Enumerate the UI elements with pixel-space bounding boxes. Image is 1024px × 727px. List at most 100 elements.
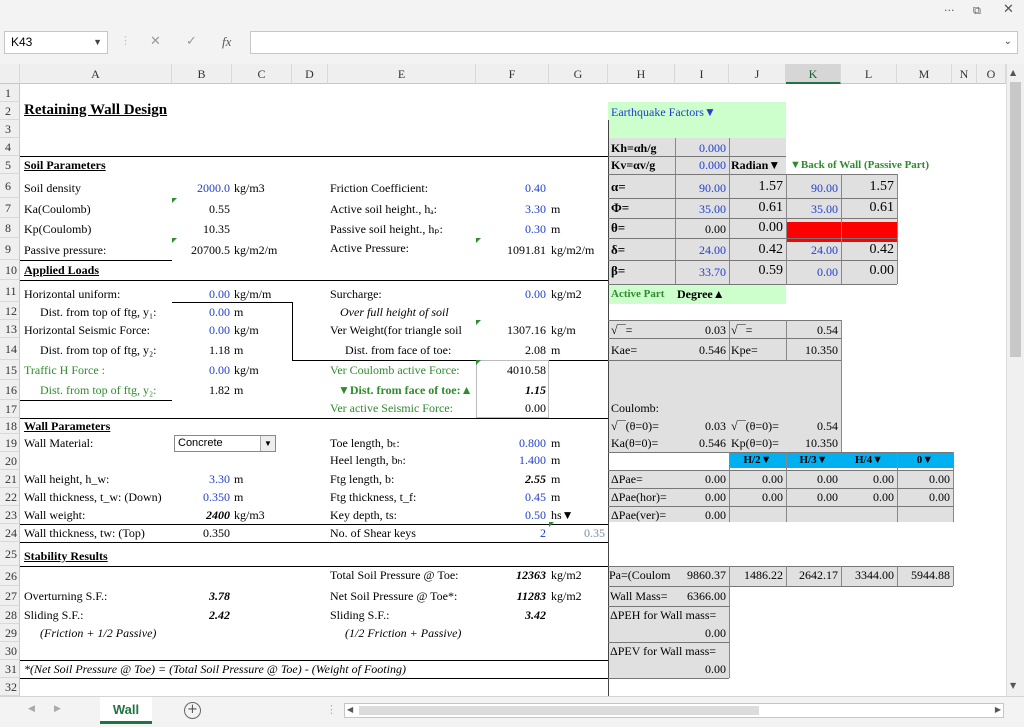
horizontal-scrollbar[interactable]: ◀ ▶ [344, 703, 1004, 718]
column-header-m[interactable]: M [897, 64, 952, 84]
scroll-up-icon[interactable]: ▲ [1010, 68, 1016, 77]
soil-density-value[interactable]: 2000.0 [172, 180, 230, 197]
column-header-d[interactable]: D [292, 64, 328, 84]
row-header[interactable]: 3 [0, 120, 20, 138]
row-header[interactable]: 5 [0, 156, 20, 174]
enter-icon[interactable]: ✓ [186, 34, 197, 49]
phi-passive[interactable]: 35.00 [786, 201, 838, 218]
cancel-icon[interactable]: ✕ [150, 34, 161, 49]
back-wall-label[interactable]: ▼Back of Wall (Passive Part) [790, 157, 929, 174]
more-options-icon[interactable]: ··· [944, 4, 955, 17]
vertical-scrollbar[interactable]: ▲ ▼ [1006, 64, 1024, 696]
theta-value[interactable]: 0.00 [675, 221, 726, 238]
beta-value[interactable]: 33.70 [675, 264, 726, 281]
wall-height-value[interactable]: 3.30 [172, 471, 230, 488]
friction-coef-value[interactable]: 0.40 [476, 180, 546, 197]
row-header[interactable]: 12 [0, 302, 20, 320]
row-header[interactable]: 26 [0, 566, 20, 586]
expand-formula-icon[interactable]: ⌄ [1004, 36, 1012, 47]
row-header[interactable]: 18 [0, 418, 20, 434]
column-header-a[interactable]: A [20, 64, 172, 84]
traffic-value[interactable]: 0.00 [172, 362, 230, 379]
wall-material-select[interactable]: Concrete ▼ [174, 435, 276, 452]
row-header[interactable]: 28 [0, 606, 20, 624]
active-height-value[interactable]: 3.30 [476, 201, 546, 218]
column-header-f[interactable]: F [476, 64, 549, 84]
dist-face-toe2-label[interactable]: ▼Dist. from face of toe:▲ [338, 382, 472, 399]
surcharge-value[interactable]: 0.00 [476, 286, 546, 303]
horizontal-scroll-thumb[interactable] [359, 706, 759, 715]
row-header[interactable]: 2 [0, 102, 20, 120]
column-header-b[interactable]: B [172, 64, 232, 84]
key-depth-value[interactable]: 0.50 [476, 507, 546, 524]
kh-value[interactable]: 0.000 [675, 140, 726, 157]
zero-header[interactable]: 0▼ [897, 452, 953, 469]
row-header[interactable]: 4 [0, 138, 20, 156]
heel-length-value[interactable]: 1.400 [476, 452, 546, 469]
row-header[interactable]: 6 [0, 174, 20, 198]
next-sheet-icon[interactable]: ▶ [54, 704, 61, 714]
drag-handle-icon[interactable]: ⋮ [120, 34, 131, 47]
formula-input[interactable]: ⌄ [250, 31, 1018, 54]
column-header-l[interactable]: L [841, 64, 897, 84]
key-depth-unit[interactable]: hs▼ [551, 507, 574, 524]
row-header[interactable]: 29 [0, 624, 20, 642]
row-header[interactable]: 21 [0, 470, 20, 488]
row-header[interactable]: 19 [0, 434, 20, 452]
row-header[interactable]: 11 [0, 280, 20, 302]
scroll-left-icon[interactable]: ◀ [347, 705, 353, 714]
toe-length-value[interactable]: 0.800 [476, 435, 546, 452]
row-header[interactable]: 25 [0, 542, 20, 566]
scroll-thumb[interactable] [1010, 82, 1021, 357]
restore-icon[interactable]: ⧉ [973, 4, 981, 18]
column-header-g[interactable]: G [549, 64, 608, 84]
delta-value[interactable]: 24.00 [675, 242, 726, 259]
row-header[interactable]: 1 [0, 84, 20, 102]
row-header[interactable]: 15 [0, 360, 20, 380]
prev-sheet-icon[interactable]: ◀ [28, 704, 35, 714]
column-header-i[interactable]: I [675, 64, 729, 84]
kv-value[interactable]: 0.000 [675, 157, 726, 174]
horiz-uniform-value[interactable]: 0.00 [172, 286, 230, 303]
row-header[interactable]: 31 [0, 660, 20, 678]
add-sheet-icon[interactable]: + [184, 702, 201, 719]
scroll-right-icon[interactable]: ▶ [995, 705, 1001, 714]
h2-header[interactable]: H/2▼ [729, 452, 786, 469]
earthquake-factors-label[interactable]: Earthquake Factors▼ [611, 104, 716, 121]
select-all-corner[interactable] [0, 64, 20, 84]
h4-header[interactable]: H/4▼ [841, 452, 897, 469]
column-header-h[interactable]: H [608, 64, 675, 84]
close-icon[interactable]: ✕ [1003, 2, 1014, 17]
delta-passive[interactable]: 24.00 [786, 242, 838, 259]
active-part-label[interactable]: Active Part [611, 286, 664, 303]
row-header[interactable]: 24 [0, 524, 20, 542]
phi-value[interactable]: 35.00 [675, 201, 726, 218]
chevron-down-icon[interactable]: ▼ [93, 32, 102, 53]
wall-thick-down-value[interactable]: 0.350 [172, 489, 230, 506]
horiz-seismic-value[interactable]: 0.00 [172, 322, 230, 339]
dist-y1-value[interactable]: 0.00 [172, 304, 230, 321]
row-header[interactable]: 22 [0, 488, 20, 506]
beta-passive[interactable]: 0.00 [786, 264, 838, 281]
column-header-j[interactable]: J [729, 64, 786, 84]
scroll-down-icon[interactable]: ▼ [1010, 681, 1016, 690]
row-header[interactable]: 13 [0, 320, 20, 338]
passive-height-value[interactable]: 0.30 [476, 221, 546, 238]
column-header-e[interactable]: E [328, 64, 476, 84]
column-header-o[interactable]: O [977, 64, 1006, 84]
row-header[interactable]: 7 [0, 198, 20, 218]
sheet-tab-wall[interactable]: Wall [100, 697, 152, 724]
fx-icon[interactable]: fx [222, 34, 231, 50]
ftg-thick-value[interactable]: 0.45 [476, 489, 546, 506]
shear-keys-value[interactable]: 2 [476, 525, 546, 542]
drag-handle-icon[interactable]: ⋮ [326, 703, 337, 716]
row-header[interactable]: 17 [0, 400, 20, 418]
alpha-passive[interactable]: 90.00 [786, 180, 838, 197]
column-header-k[interactable]: K [786, 64, 841, 84]
alpha-value[interactable]: 90.00 [675, 180, 726, 197]
chevron-down-icon[interactable]: ▼ [260, 436, 275, 451]
row-header[interactable]: 30 [0, 642, 20, 660]
degree-label[interactable]: Degree▲ [677, 286, 725, 303]
row-header[interactable]: 14 [0, 338, 20, 360]
row-header[interactable]: 9 [0, 238, 20, 260]
